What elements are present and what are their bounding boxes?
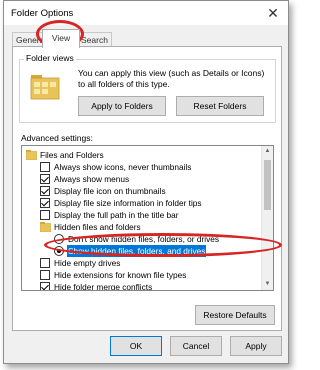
apply-button[interactable]: Apply (230, 336, 282, 356)
cancel-button[interactable]: Cancel (170, 336, 222, 356)
tab-search[interactable]: Search (77, 32, 112, 47)
close-icon[interactable]: ✕ (264, 5, 282, 21)
folder-options-dialog: Folder Options ✕ General View Search Fol… (3, 0, 289, 364)
option-label: Hide folder merge conflicts (54, 282, 153, 291)
option-label: Display the full path in the title bar (54, 210, 179, 220)
option-label: Don't show hidden files, folders, or dri… (68, 234, 220, 244)
radio-button[interactable] (54, 234, 64, 244)
folder-icon (26, 150, 37, 160)
tree-scrollbar[interactable]: ▲ ▼ (261, 146, 273, 290)
advanced-settings-tree[interactable]: Files and Folders Always show icons, nev… (21, 145, 274, 291)
folder-icon (30, 75, 60, 100)
folder-icon (40, 222, 51, 232)
checkbox[interactable] (40, 258, 50, 268)
scroll-down-icon[interactable]: ▼ (262, 279, 273, 290)
checkbox[interactable] (40, 186, 50, 196)
checkbox[interactable] (40, 210, 50, 220)
folder-views-group: Folder views You can apply this view (su… (19, 53, 276, 123)
window-title: Folder Options (11, 8, 74, 19)
checkbox[interactable] (40, 162, 50, 172)
checkbox[interactable] (40, 282, 50, 290)
folder-views-description: You can apply this view (such as Details… (78, 68, 265, 89)
scroll-up-icon[interactable]: ▲ (262, 146, 273, 157)
ok-button[interactable]: OK (110, 336, 162, 356)
tab-view[interactable]: View (42, 29, 80, 48)
checkbox[interactable] (40, 174, 50, 184)
scroll-thumb[interactable] (264, 160, 271, 210)
tree-item-label: Files and Folders (40, 150, 104, 160)
checkbox[interactable] (40, 270, 50, 280)
option-label: Hide extensions for known file types (54, 270, 187, 280)
radio-button[interactable] (54, 246, 64, 256)
title-bar: Folder Options ✕ (4, 1, 288, 25)
option-label: Always show menus (54, 174, 130, 184)
option-label: Display file size information in folder … (54, 198, 202, 208)
option-label: Always show icons, never thumbnails (54, 162, 192, 172)
view-tab-panel: Folder views You can apply this view (su… (12, 46, 282, 331)
folder-views-label: Folder views (24, 53, 76, 63)
restore-defaults-button[interactable]: Restore Defaults (195, 305, 275, 325)
tree-item-label: Hidden files and folders (54, 222, 141, 232)
option-label: Hide empty drives (54, 258, 121, 268)
option-label: Show hidden files, folders, and drives (67, 245, 207, 257)
apply-to-folders-button[interactable]: Apply to Folders (78, 96, 166, 116)
tab-strip: General View Search (12, 29, 282, 48)
reset-folders-button[interactable]: Reset Folders (176, 96, 264, 116)
option-label: Display file icon on thumbnails (54, 186, 166, 196)
checkbox[interactable] (40, 198, 50, 208)
advanced-settings-label: Advanced settings: (21, 133, 93, 143)
